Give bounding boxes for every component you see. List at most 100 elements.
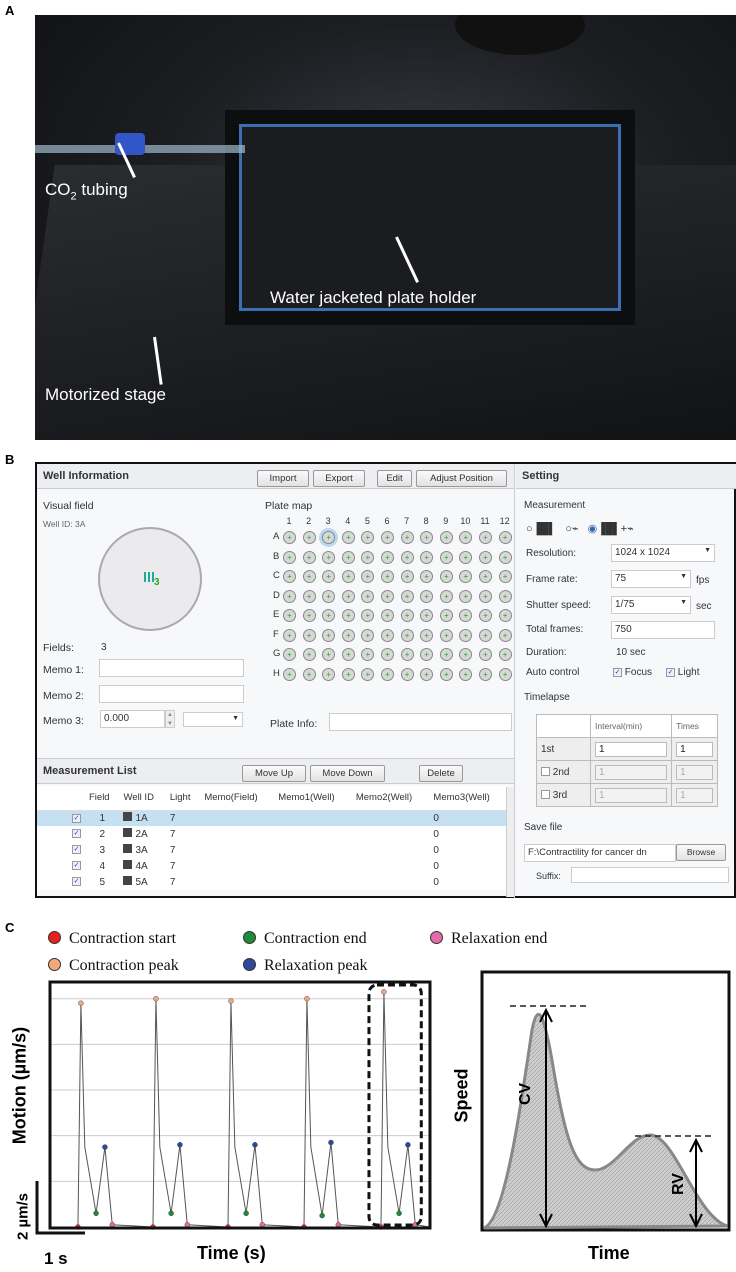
well-F8[interactable]: +: [420, 628, 434, 642]
well-D4[interactable]: +: [341, 589, 355, 603]
well-C8[interactable]: +: [420, 570, 434, 583]
well-F7[interactable]: +: [400, 628, 414, 642]
well-C5[interactable]: +: [361, 570, 375, 583]
well-E8[interactable]: +: [420, 609, 434, 622]
adjust-position-button[interactable]: Adjust Position: [416, 470, 507, 487]
well-F12[interactable]: +: [498, 628, 512, 642]
well-E2[interactable]: +: [302, 609, 316, 622]
well-B7[interactable]: +: [400, 550, 414, 564]
column-header[interactable]: Memo2(Well): [351, 786, 430, 811]
well-E9[interactable]: +: [439, 609, 453, 622]
well-E10[interactable]: +: [459, 609, 473, 622]
well-A9[interactable]: +: [439, 531, 453, 544]
well-D11[interactable]: +: [479, 589, 492, 603]
delete-button[interactable]: Delete: [419, 765, 463, 782]
well-G5[interactable]: +: [361, 648, 375, 661]
well-C10[interactable]: +: [459, 570, 473, 583]
visual-field-circle[interactable]: 3: [98, 527, 202, 631]
import-button[interactable]: Import: [257, 470, 309, 487]
table-row[interactable]: ✓ 3 3A 7 0: [37, 842, 507, 858]
well-G3[interactable]: +: [322, 648, 336, 661]
well-B2[interactable]: +: [302, 550, 316, 564]
row-checkbox[interactable]: ✓: [37, 826, 85, 842]
suffix-input[interactable]: [571, 867, 729, 883]
well-B4[interactable]: +: [341, 550, 355, 564]
well-H6[interactable]: +: [381, 667, 394, 681]
row-checkbox[interactable]: ✓: [37, 842, 85, 858]
well-C7[interactable]: +: [400, 570, 414, 583]
well-D6[interactable]: +: [381, 589, 394, 603]
table-row[interactable]: ✓ 2 2A 7 0: [37, 826, 507, 842]
timelapse-times-input[interactable]: 1: [676, 741, 713, 757]
well-F9[interactable]: +: [439, 628, 453, 642]
table-row[interactable]: ✓ 5 5A 7 0: [37, 874, 507, 890]
well-H1[interactable]: +: [283, 667, 296, 681]
well-D7[interactable]: +: [400, 589, 414, 603]
column-header[interactable]: Memo1(Well): [274, 786, 352, 811]
timelapse-interval-input[interactable]: 1: [595, 787, 668, 803]
well-D8[interactable]: +: [420, 589, 434, 603]
well-D2[interactable]: +: [302, 589, 316, 603]
well-A5[interactable]: +: [361, 531, 375, 544]
memo3-input[interactable]: 0.000: [100, 710, 165, 728]
timelapse-times-input[interactable]: 1: [676, 764, 713, 780]
row-checkbox[interactable]: ✓: [37, 810, 85, 826]
well-B10[interactable]: +: [459, 550, 473, 564]
well-A3[interactable]: +: [322, 531, 336, 544]
export-button[interactable]: Export: [313, 470, 365, 487]
table-row[interactable]: ✓ 1 1A 7 0: [37, 810, 507, 826]
well-C1[interactable]: +: [283, 570, 296, 583]
well-D12[interactable]: +: [498, 589, 512, 603]
timelapse-row-label[interactable]: 3rd: [535, 783, 592, 807]
well-A11[interactable]: +: [479, 531, 492, 544]
resolution-dropdown[interactable]: 1024 x 1024 ▼: [611, 544, 715, 562]
edit-button[interactable]: Edit: [377, 470, 412, 487]
move-down-button[interactable]: Move Down: [310, 765, 385, 782]
table-row[interactable]: ✓ 4 4A 7 0: [37, 858, 507, 874]
column-header[interactable]: Memo(Field): [200, 786, 275, 811]
well-D10[interactable]: +: [459, 589, 473, 603]
well-E12[interactable]: +: [498, 609, 512, 622]
row-checkbox[interactable]: ✓: [37, 874, 85, 890]
well-H4[interactable]: +: [341, 667, 355, 681]
well-C9[interactable]: +: [439, 570, 453, 583]
well-C4[interactable]: +: [341, 570, 355, 583]
plate-info-input[interactable]: [329, 713, 512, 731]
timelapse-interval-input[interactable]: 1: [595, 741, 668, 757]
well-F3[interactable]: +: [322, 628, 336, 642]
memo1-input[interactable]: [99, 659, 244, 677]
well-E7[interactable]: +: [400, 609, 414, 622]
move-up-button[interactable]: Move Up: [242, 765, 306, 782]
well-D5[interactable]: +: [361, 589, 375, 603]
well-H12[interactable]: +: [498, 667, 512, 681]
well-C12[interactable]: +: [498, 570, 512, 583]
well-A4[interactable]: +: [341, 531, 355, 544]
well-A2[interactable]: +: [302, 531, 316, 544]
well-F1[interactable]: +: [283, 628, 296, 642]
browse-button[interactable]: Browse: [676, 844, 726, 861]
shutter-speed-dropdown[interactable]: 1/75 ▼: [611, 596, 691, 614]
well-A12[interactable]: +: [498, 531, 512, 544]
well-A10[interactable]: +: [459, 531, 473, 544]
well-E11[interactable]: +: [479, 609, 492, 622]
well-C2[interactable]: +: [302, 570, 316, 583]
well-E3[interactable]: +: [322, 609, 336, 622]
well-G2[interactable]: +: [302, 648, 316, 661]
well-B1[interactable]: +: [283, 550, 296, 564]
well-D1[interactable]: +: [283, 589, 296, 603]
well-B3[interactable]: +: [322, 550, 336, 564]
light-checkbox[interactable]: ✓ Light: [666, 667, 699, 678]
well-G8[interactable]: +: [420, 648, 434, 661]
well-G10[interactable]: +: [459, 648, 473, 661]
well-B8[interactable]: +: [420, 550, 434, 564]
well-A8[interactable]: +: [420, 531, 434, 544]
radio-video-graph[interactable]: ◉: [588, 523, 598, 535]
well-A1[interactable]: +: [283, 531, 296, 544]
well-C6[interactable]: +: [381, 570, 394, 583]
well-B5[interactable]: +: [361, 550, 375, 564]
timelapse-interval-input[interactable]: 1: [595, 764, 668, 780]
well-G12[interactable]: +: [498, 648, 512, 661]
well-C3[interactable]: +: [322, 570, 336, 583]
well-H2[interactable]: +: [302, 667, 316, 681]
well-G11[interactable]: +: [479, 648, 492, 661]
